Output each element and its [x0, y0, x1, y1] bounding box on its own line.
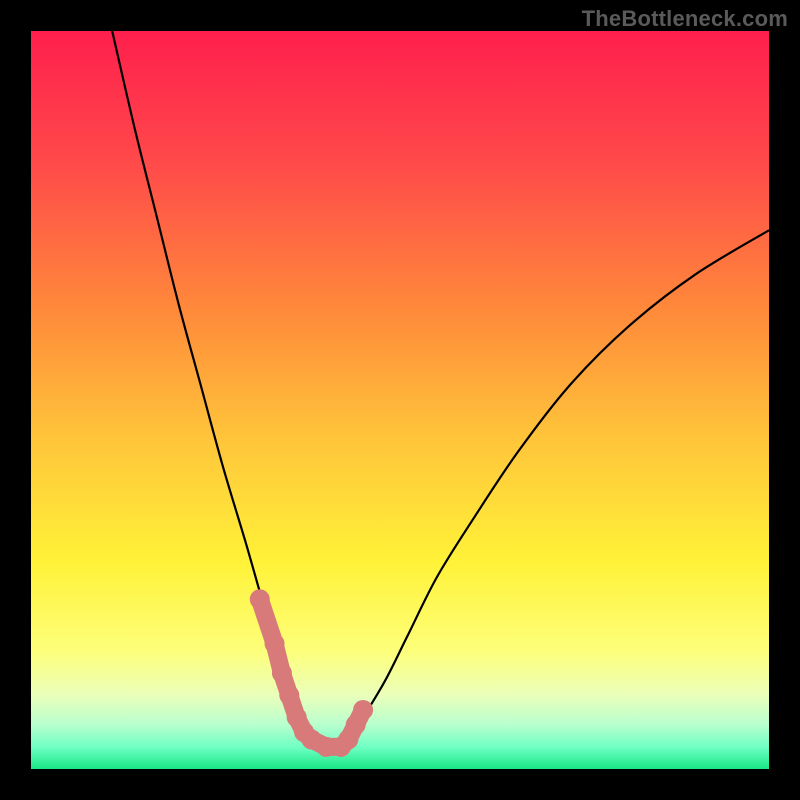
- watermark-text: TheBottleneck.com: [582, 6, 788, 32]
- chart-curve-layer: [31, 31, 769, 769]
- bottleneck-curve: [112, 31, 769, 749]
- plot-area: [31, 31, 769, 769]
- chart-frame: TheBottleneck.com: [0, 0, 800, 800]
- highlight-points: [250, 589, 373, 757]
